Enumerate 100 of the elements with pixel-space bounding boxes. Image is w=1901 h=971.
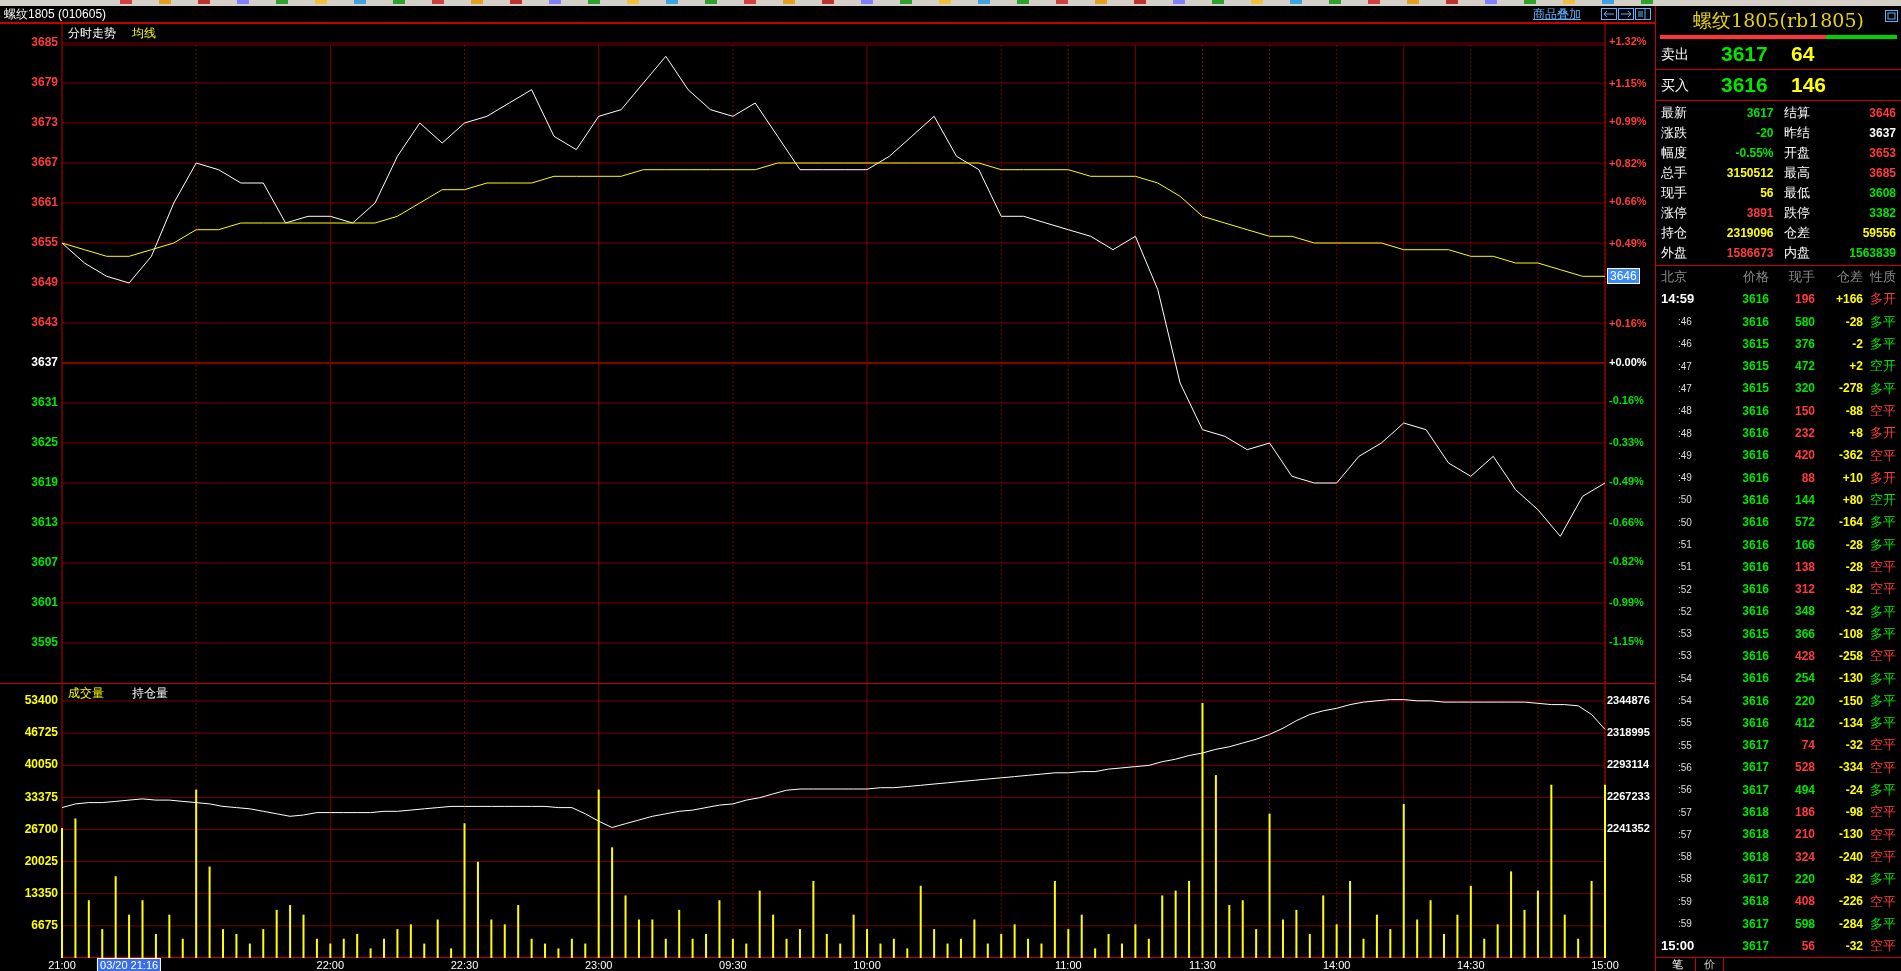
tick-time: :56 — [1677, 783, 1693, 798]
volume-bar — [1174, 890, 1177, 958]
toolbar-icon[interactable] — [1290, 0, 1302, 4]
toolbar-icon[interactable] — [744, 0, 756, 4]
tick-price: 3615 — [1741, 625, 1769, 643]
toolbar-icon[interactable] — [666, 0, 678, 4]
volume-bar — [262, 929, 265, 958]
tick-change: -258 — [1837, 648, 1863, 665]
tick-time: :51 — [1677, 538, 1693, 552]
volume-bar — [181, 938, 184, 958]
toolbar-icon[interactable] — [1056, 0, 1068, 4]
maximize-icon[interactable] — [1885, 10, 1898, 22]
toolbar-icon[interactable] — [900, 0, 912, 4]
percent-axis-label: -0.99% — [1609, 595, 1644, 608]
tick-time: :46 — [1677, 315, 1693, 330]
tick-time: :55 — [1677, 738, 1693, 753]
toolbar-icon[interactable] — [1173, 0, 1185, 4]
y-axis-label: 3619 — [31, 475, 58, 490]
toolbar-icon[interactable] — [432, 0, 444, 4]
toolbar-icon[interactable] — [978, 0, 990, 4]
toolbar-icon[interactable] — [939, 0, 951, 4]
tick-volume: 420 — [1793, 447, 1815, 465]
open-interest-axis-label: 2344876 — [1607, 693, 1650, 706]
open-interest-axis-label: 2318995 — [1607, 726, 1650, 739]
toolbar-icon[interactable] — [1563, 0, 1575, 4]
toolbar-icon[interactable] — [588, 0, 600, 4]
tick-nature: 空平 — [1869, 803, 1896, 822]
toolbar-icon[interactable] — [120, 0, 132, 4]
volume-bar — [1067, 929, 1070, 958]
volume-bar — [584, 943, 587, 958]
tick-price: 3616 — [1741, 313, 1769, 331]
toolbar-icon[interactable] — [1095, 0, 1107, 4]
tab[interactable]: 价 — [1695, 958, 1724, 971]
tick-time: :48 — [1677, 404, 1693, 419]
price-marker: 3646 — [1607, 268, 1640, 285]
toolbar-icon[interactable] — [1641, 0, 1653, 4]
tick-change: -28 — [1844, 536, 1863, 554]
volume-bar — [423, 943, 426, 958]
toolbar-icon[interactable] — [1524, 0, 1536, 4]
tick-time: :59 — [1677, 917, 1693, 932]
toolbar-icon[interactable] — [1407, 0, 1419, 4]
toolbar-icon[interactable] — [471, 0, 483, 4]
tick-volume: 412 — [1793, 714, 1815, 732]
toolbar-icon[interactable] — [1602, 0, 1614, 4]
toolbar-icon[interactable] — [1017, 0, 1029, 4]
arrow-right-icon[interactable] — [1618, 8, 1634, 20]
toolbar-icon[interactable] — [627, 0, 639, 4]
toolbar-icon[interactable] — [1212, 0, 1224, 4]
arrow-left-icon[interactable] — [1601, 8, 1617, 20]
toolbar-icon[interactable] — [237, 0, 249, 4]
toolbar-icon[interactable] — [1485, 0, 1497, 4]
percent-axis-label: +0.66% — [1609, 195, 1647, 208]
tick-nature: 空开 — [1869, 491, 1896, 510]
toolbar-icon[interactable] — [1329, 0, 1341, 4]
tick-price: 3615 — [1741, 335, 1769, 353]
stat-value: 3608 — [1869, 185, 1896, 203]
stat-value: 2319096 — [1726, 225, 1774, 243]
toolbar-icon[interactable] — [1134, 0, 1146, 4]
toolbar-icon[interactable] — [159, 0, 171, 4]
tick-time: :49 — [1677, 471, 1693, 486]
toolbar-icon[interactable] — [315, 0, 327, 4]
tick-change: -32 — [1844, 737, 1863, 755]
tick-nature: 多平 — [1869, 624, 1896, 643]
volume-bar — [839, 943, 842, 958]
y-axis-label: 3667 — [31, 155, 58, 170]
stat-label: 现手 — [1661, 184, 1687, 203]
tick-nature: 空开 — [1869, 357, 1896, 376]
toolbar-icon[interactable] — [549, 0, 561, 4]
toolbar-icon[interactable] — [510, 0, 522, 4]
tick-volume: 210 — [1793, 826, 1815, 844]
toolbar-icon[interactable] — [198, 0, 210, 4]
volume-bar — [1241, 900, 1244, 958]
tick-time: :56 — [1677, 760, 1693, 775]
toolbar-icon[interactable] — [354, 0, 366, 4]
tick-price: 3616 — [1741, 692, 1769, 710]
stat-value: 3685 — [1869, 165, 1896, 183]
stat-value: 3891 — [1746, 205, 1774, 223]
x-axis-label: 10:00 — [853, 958, 881, 971]
tick-volume: 74 — [1800, 737, 1815, 755]
toolbar-icon[interactable] — [1251, 0, 1263, 4]
tick-change: -32 — [1844, 937, 1863, 955]
toolbar-icon[interactable] — [1446, 0, 1458, 4]
toolbar-icon[interactable] — [705, 0, 717, 4]
toolbar-icon[interactable] — [822, 0, 834, 4]
tick-change: -130 — [1837, 826, 1863, 844]
tick-nature: 空平 — [1869, 892, 1896, 911]
tick-volume: 186 — [1793, 804, 1815, 822]
toolbar-icon[interactable] — [861, 0, 873, 4]
panel-icon[interactable] — [1635, 8, 1651, 20]
stat-label: 最高 — [1783, 164, 1810, 183]
toolbar-icon[interactable] — [393, 0, 405, 4]
volume-bar — [1496, 924, 1499, 958]
tab[interactable]: 笔 — [1664, 958, 1691, 971]
tick-time: :48 — [1677, 426, 1693, 441]
tick-nature: 空平 — [1869, 558, 1896, 577]
toolbar-icon[interactable] — [1368, 0, 1380, 4]
overlay-link[interactable]: 商品叠加 — [1533, 5, 1581, 23]
toolbar-icon[interactable] — [783, 0, 795, 4]
tick-price: 3615 — [1741, 380, 1769, 398]
toolbar-icon[interactable] — [276, 0, 288, 4]
